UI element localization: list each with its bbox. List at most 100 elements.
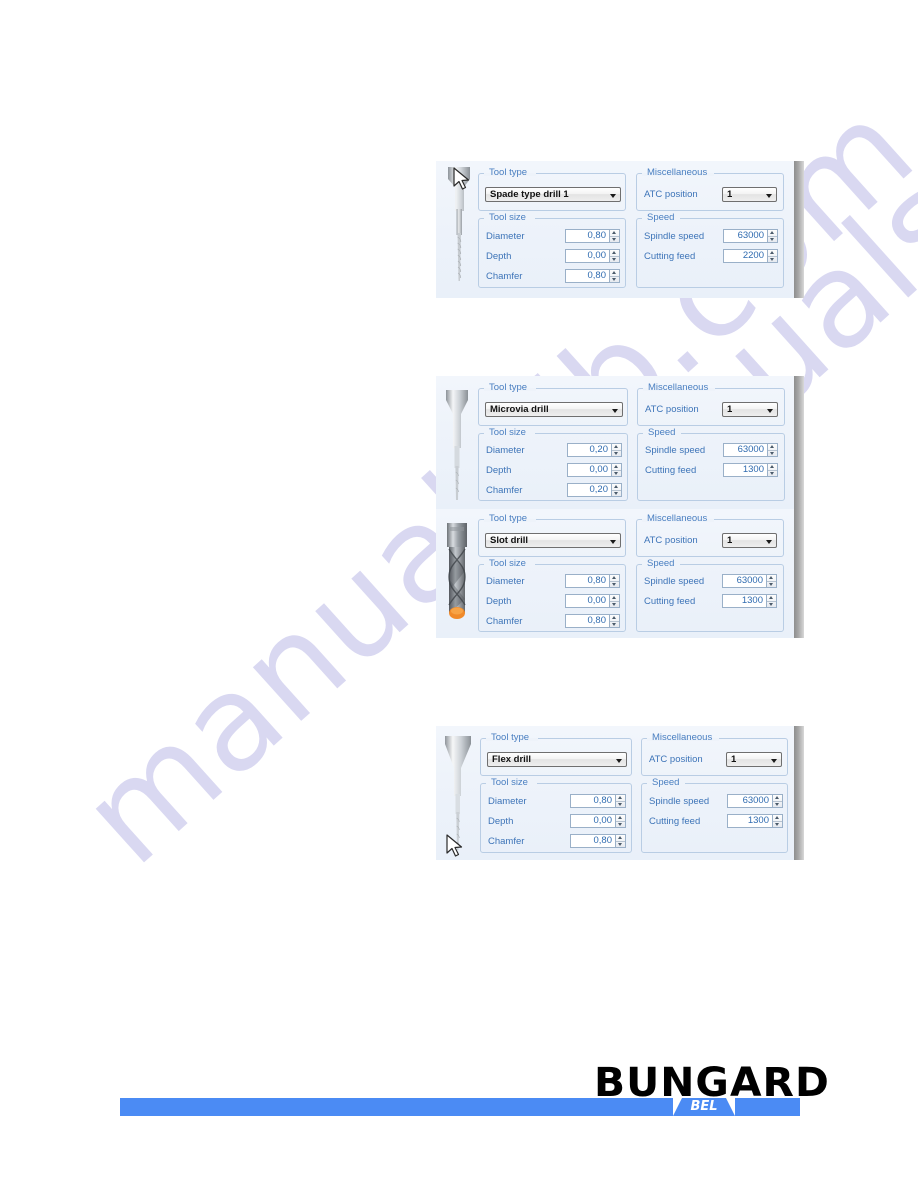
diameter-value[interactable]: 0,80 — [570, 794, 615, 808]
spindle-speed-label: Spindle speed — [644, 576, 705, 587]
tool-settings-panel-microvia-drill: Tool type Microvia drill Tool size Diame… — [436, 376, 804, 509]
cutting-feed-stepper[interactable]: 1300 — [727, 814, 783, 828]
chevron-down-icon — [610, 193, 616, 198]
diameter-stepper[interactable]: 0,80 — [570, 794, 626, 808]
cutting-feed-stepper[interactable]: 1300 — [723, 463, 778, 477]
chamfer-stepper[interactable]: 0,20 — [567, 483, 622, 497]
tool-type-group-label: Tool type — [489, 382, 528, 393]
cutting-feed-value[interactable]: 2200 — [723, 249, 767, 263]
spindle-speed-stepper[interactable]: 63000 — [722, 574, 777, 588]
depth-stepper[interactable]: 0,00 — [570, 814, 626, 828]
cutting-feed-spin-buttons[interactable] — [767, 249, 778, 263]
miscellaneous-group-label: Miscellaneous — [652, 732, 713, 743]
tool-type-value: Microvia drill — [490, 404, 549, 415]
depth-spin-buttons[interactable] — [609, 594, 620, 608]
spindle-speed-value[interactable]: 63000 — [727, 794, 772, 808]
tool-type-value: Flex drill — [492, 754, 532, 765]
atc-position-value: 1 — [731, 754, 737, 765]
diameter-value[interactable]: 0,80 — [565, 229, 609, 243]
atc-position-value: 1 — [727, 189, 733, 200]
spindle-speed-stepper[interactable]: 63000 — [727, 794, 783, 808]
chamfer-value[interactable]: 0,80 — [565, 269, 609, 283]
chamfer-value[interactable]: 0,80 — [570, 834, 615, 848]
spindle-speed-value[interactable]: 63000 — [722, 574, 766, 588]
tool-type-dropdown[interactable]: Slot drill — [485, 533, 621, 548]
chamfer-value[interactable]: 0,20 — [567, 483, 611, 497]
tool-type-dropdown[interactable]: Microvia drill — [485, 402, 623, 417]
depth-value[interactable]: 0,00 — [565, 594, 609, 608]
spindle-speed-spin-buttons[interactable] — [767, 229, 778, 243]
tool-size-group: Tool size Diameter 0,20 Depth 0,00 Chamf… — [478, 427, 628, 501]
tool-type-group: Tool type Microvia drill — [478, 382, 628, 426]
tool-type-value: Spade type drill 1 — [490, 189, 569, 200]
atc-position-dropdown[interactable]: 1 — [722, 533, 777, 548]
tool-type-group-label: Tool type — [489, 513, 528, 524]
diameter-label: Diameter — [488, 796, 527, 807]
chevron-down-icon — [766, 193, 772, 198]
tool-type-dropdown[interactable]: Flex drill — [487, 752, 627, 767]
tool-type-dropdown[interactable]: Spade type drill 1 — [485, 187, 621, 202]
depth-value[interactable]: 0,00 — [570, 814, 615, 828]
depth-stepper[interactable]: 0,00 — [565, 249, 620, 263]
atc-position-dropdown[interactable]: 1 — [726, 752, 782, 767]
depth-spin-buttons[interactable] — [611, 463, 622, 477]
spindle-speed-spin-buttons[interactable] — [772, 794, 783, 808]
depth-spin-buttons[interactable] — [609, 249, 620, 263]
spindle-speed-stepper[interactable]: 63000 — [723, 229, 778, 243]
cutting-feed-spin-buttons[interactable] — [766, 594, 777, 608]
depth-stepper[interactable]: 0,00 — [567, 463, 622, 477]
diameter-stepper[interactable]: 0,20 — [567, 443, 622, 457]
chevron-down-icon — [771, 758, 777, 763]
chevron-down-icon — [616, 758, 622, 763]
depth-value[interactable]: 0,00 — [565, 249, 609, 263]
chamfer-label: Chamfer — [486, 485, 523, 496]
cutting-feed-stepper[interactable]: 1300 — [722, 594, 777, 608]
cutting-feed-value[interactable]: 1300 — [723, 463, 767, 477]
diameter-value[interactable]: 0,20 — [567, 443, 611, 457]
chamfer-spin-buttons[interactable] — [609, 269, 620, 283]
cutting-feed-value[interactable]: 1300 — [727, 814, 772, 828]
spindle-speed-value[interactable]: 63000 — [723, 443, 767, 457]
depth-value[interactable]: 0,00 — [567, 463, 611, 477]
chamfer-spin-buttons[interactable] — [611, 483, 622, 497]
cutting-feed-spin-buttons[interactable] — [767, 463, 778, 477]
spindle-speed-spin-buttons[interactable] — [766, 574, 777, 588]
speed-group: Speed Spindle speed 63000 Cutting feed 1… — [641, 777, 788, 853]
spindle-speed-value[interactable]: 63000 — [723, 229, 767, 243]
cutting-feed-spin-buttons[interactable] — [772, 814, 783, 828]
diameter-label: Diameter — [486, 445, 525, 456]
cutting-feed-stepper[interactable]: 2200 — [723, 249, 778, 263]
diameter-value[interactable]: 0,80 — [565, 574, 609, 588]
diameter-spin-buttons[interactable] — [615, 794, 626, 808]
tool-size-group-label: Tool size — [491, 777, 528, 788]
atc-position-dropdown[interactable]: 1 — [722, 187, 777, 202]
tool-size-group: Tool size Diameter 0,80 Depth 0,00 Chamf… — [478, 212, 626, 288]
diameter-spin-buttons[interactable] — [611, 443, 622, 457]
depth-label: Depth — [488, 816, 514, 827]
spindle-speed-stepper[interactable]: 63000 — [723, 443, 778, 457]
tool-type-value: Slot drill — [490, 535, 528, 546]
diameter-stepper[interactable]: 0,80 — [565, 229, 620, 243]
chamfer-stepper[interactable]: 0,80 — [565, 614, 620, 628]
spindle-speed-spin-buttons[interactable] — [767, 443, 778, 457]
tool-type-group: Tool type Flex drill — [480, 732, 632, 776]
chamfer-stepper[interactable]: 0,80 — [565, 269, 620, 283]
diameter-stepper[interactable]: 0,80 — [565, 574, 620, 588]
diameter-spin-buttons[interactable] — [609, 574, 620, 588]
spindle-speed-label: Spindle speed — [644, 231, 705, 242]
depth-label: Depth — [486, 596, 512, 607]
chamfer-stepper[interactable]: 0,80 — [570, 834, 626, 848]
depth-stepper[interactable]: 0,00 — [565, 594, 620, 608]
slot-drill-bit-icon — [447, 523, 467, 619]
cutting-feed-value[interactable]: 1300 — [722, 594, 766, 608]
chamfer-spin-buttons[interactable] — [609, 614, 620, 628]
speed-group: Speed Spindle speed 63000 Cutting feed 1… — [636, 558, 784, 632]
chamfer-value[interactable]: 0,80 — [565, 614, 609, 628]
diameter-spin-buttons[interactable] — [609, 229, 620, 243]
cutting-feed-label: Cutting feed — [649, 816, 701, 827]
atc-position-dropdown[interactable]: 1 — [722, 402, 778, 417]
bungard-logo: BUNGARD BEL — [594, 1063, 829, 1118]
chamfer-spin-buttons[interactable] — [615, 834, 626, 848]
speed-group-label: Speed — [647, 212, 675, 223]
depth-spin-buttons[interactable] — [615, 814, 626, 828]
